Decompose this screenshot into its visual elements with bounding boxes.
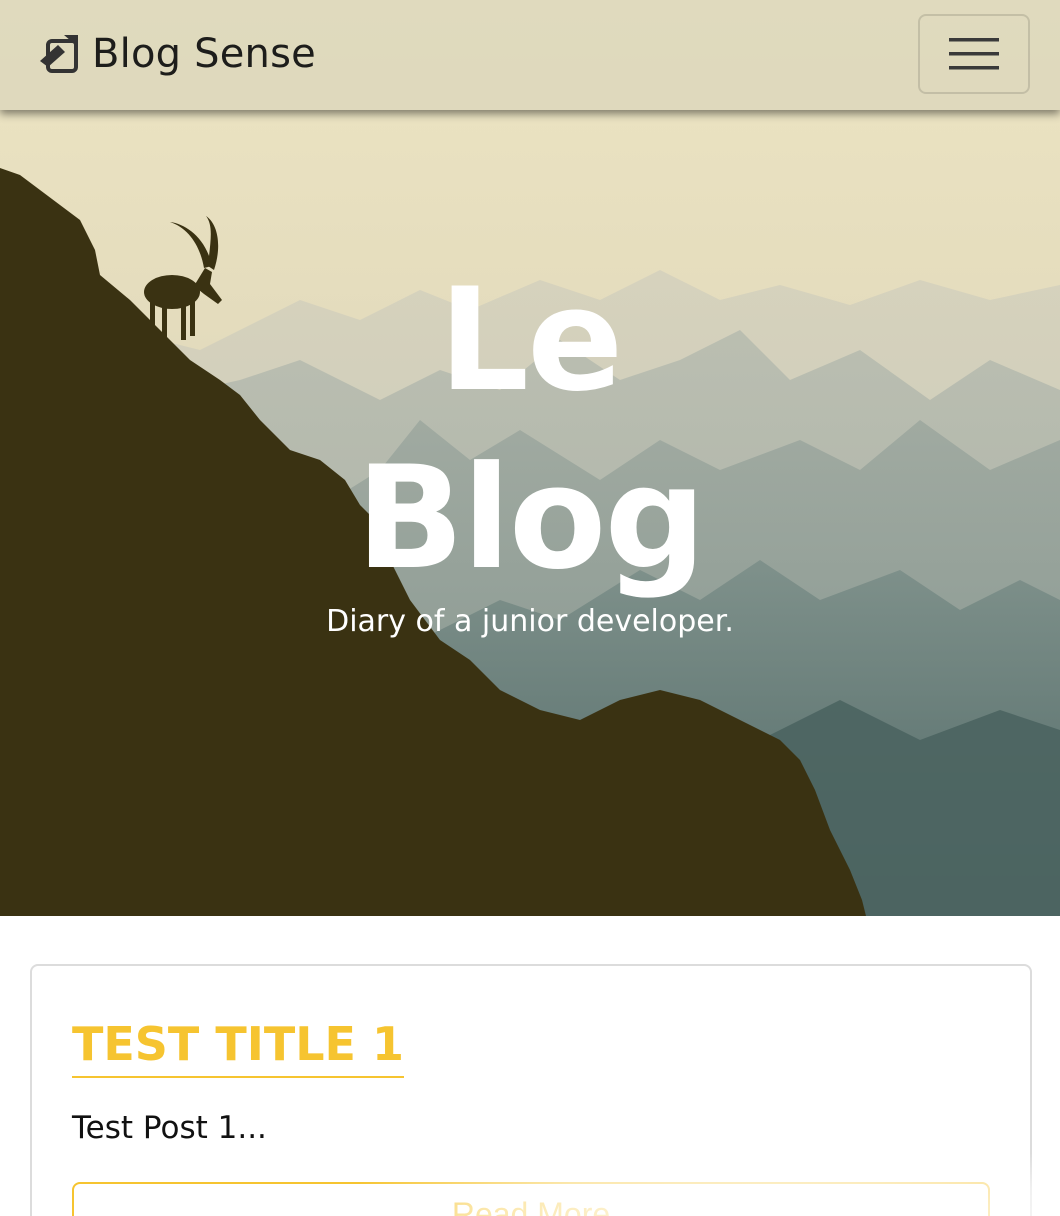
hero-title-line1: Le <box>438 258 624 423</box>
hero-subtitle: Diary of a junior developer. <box>326 604 734 639</box>
post-title-link[interactable]: TEST TITLE 1 <box>72 1016 404 1078</box>
brand-link[interactable]: Blog Sense <box>38 26 316 82</box>
post-excerpt: Test Post 1... <box>72 1110 267 1146</box>
navbar: Blog Sense <box>0 0 1060 110</box>
navbar-toggler-button[interactable] <box>918 14 1030 94</box>
post-card: TEST TITLE 1 Test Post 1... Read More <box>30 964 1032 1216</box>
brand-text: Blog Sense <box>92 31 316 77</box>
page: Le Blog Diary of a junior developer. Blo… <box>0 0 1060 1216</box>
note-pencil-icon <box>40 35 78 73</box>
hamburger-menu-icon <box>949 38 999 70</box>
hero-title: Le Blog <box>280 252 780 608</box>
read-more-button[interactable]: Read More <box>72 1182 990 1216</box>
hero-title-line2: Blog <box>355 436 706 601</box>
hero-masthead: Le Blog Diary of a junior developer. <box>0 0 1060 916</box>
